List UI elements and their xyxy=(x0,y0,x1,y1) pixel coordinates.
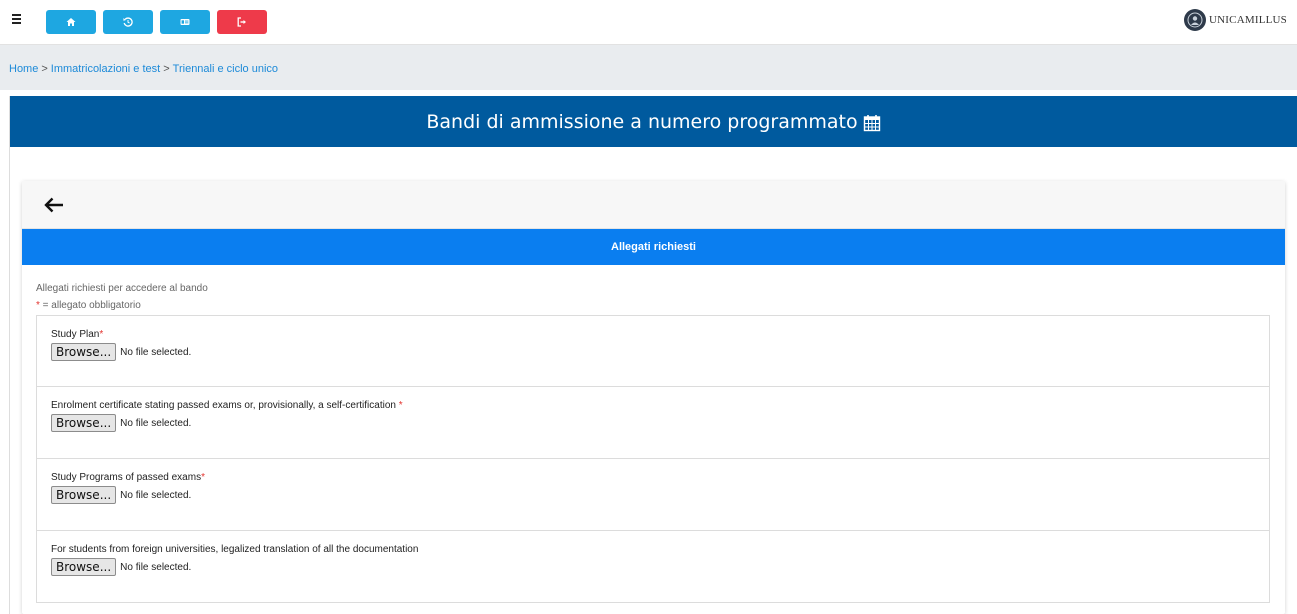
required-star: * xyxy=(99,329,104,340)
required-star: * xyxy=(201,472,205,483)
attachment-label: Study Programs of passed exams* xyxy=(51,472,205,483)
brand-name: UNICAMILLUS xyxy=(1209,14,1287,26)
id-card-icon xyxy=(180,19,190,25)
breadcrumb: Home > Immatricolazioni e test > Triennali e… xyxy=(9,63,278,75)
browse-button[interactable]: Browse... xyxy=(51,343,117,361)
menu-icon[interactable] xyxy=(12,14,22,24)
attachment-item: Study Programs of passed exams* Browse..… xyxy=(36,459,1270,531)
history-icon xyxy=(123,17,133,27)
attachment-list: Study Plan* Browse... No file selected. … xyxy=(36,315,1270,603)
file-status: No file selected. xyxy=(120,346,192,358)
required-legend: * = allegato obbligatorio xyxy=(36,300,141,311)
breadcrumb-bar: Home > Immatricolazioni e test > Triennali e… xyxy=(0,45,1297,90)
page-title: Bandi di ammissione a numero programmato xyxy=(426,110,858,133)
attachment-item: For students from foreign universities, … xyxy=(36,531,1270,603)
file-status: No file selected. xyxy=(120,489,192,501)
file-input[interactable]: Browse... No file selected. xyxy=(51,414,191,432)
back-arrow-icon[interactable] xyxy=(42,193,66,217)
history-button[interactable] xyxy=(103,10,153,34)
attachment-item: Study Plan* Browse... No file selected. xyxy=(36,315,1270,387)
breadcrumb-immatricolazioni[interactable]: Immatricolazioni e test xyxy=(51,63,160,75)
attachment-item: Enrolment certificate stating passed exa… xyxy=(36,387,1270,459)
file-input[interactable]: Browse... No file selected. xyxy=(51,343,191,361)
file-status: No file selected. xyxy=(120,561,192,573)
top-navbar: UNICAMILLUS xyxy=(0,0,1297,45)
card-header xyxy=(22,181,1285,229)
home-button[interactable] xyxy=(46,10,96,34)
page-banner: Bandi di ammissione a numero programmato xyxy=(10,96,1297,147)
breadcrumb-separator: > xyxy=(163,63,170,75)
intro-text: Allegati richiesti per accedere al bando xyxy=(36,283,208,294)
breadcrumb-separator: > xyxy=(41,63,48,75)
breadcrumb-home[interactable]: Home xyxy=(9,63,38,75)
attachment-label: For students from foreign universities, … xyxy=(51,544,419,555)
browse-button[interactable]: Browse... xyxy=(51,486,117,504)
home-icon xyxy=(66,18,76,26)
attachment-label: Study Plan* xyxy=(51,329,104,340)
browse-button[interactable]: Browse... xyxy=(51,414,117,432)
file-input[interactable]: Browse... No file selected. xyxy=(51,486,191,504)
file-status: No file selected. xyxy=(120,417,192,429)
attachment-label: Enrolment certificate stating passed exa… xyxy=(51,400,403,411)
attachments-card: Allegati richiesti Allegati richiesti pe… xyxy=(22,181,1285,614)
browse-button[interactable]: Browse... xyxy=(51,558,117,576)
legend-text: = allegato obbligatorio xyxy=(39,300,141,311)
file-input[interactable]: Browse... No file selected. xyxy=(51,558,191,576)
section-title: Allegati richiesti xyxy=(611,241,696,253)
required-star: * xyxy=(398,400,403,411)
seal-icon xyxy=(1184,9,1207,31)
logout-icon xyxy=(237,17,246,27)
section-header: Allegati richiesti xyxy=(22,229,1285,265)
brand-logo[interactable]: UNICAMILLUS xyxy=(1184,9,1287,31)
id-card-button[interactable] xyxy=(160,10,210,34)
calendar-icon xyxy=(863,114,880,131)
logout-button[interactable] xyxy=(217,10,267,34)
breadcrumb-current[interactable]: Triennali e ciclo unico xyxy=(173,63,278,75)
